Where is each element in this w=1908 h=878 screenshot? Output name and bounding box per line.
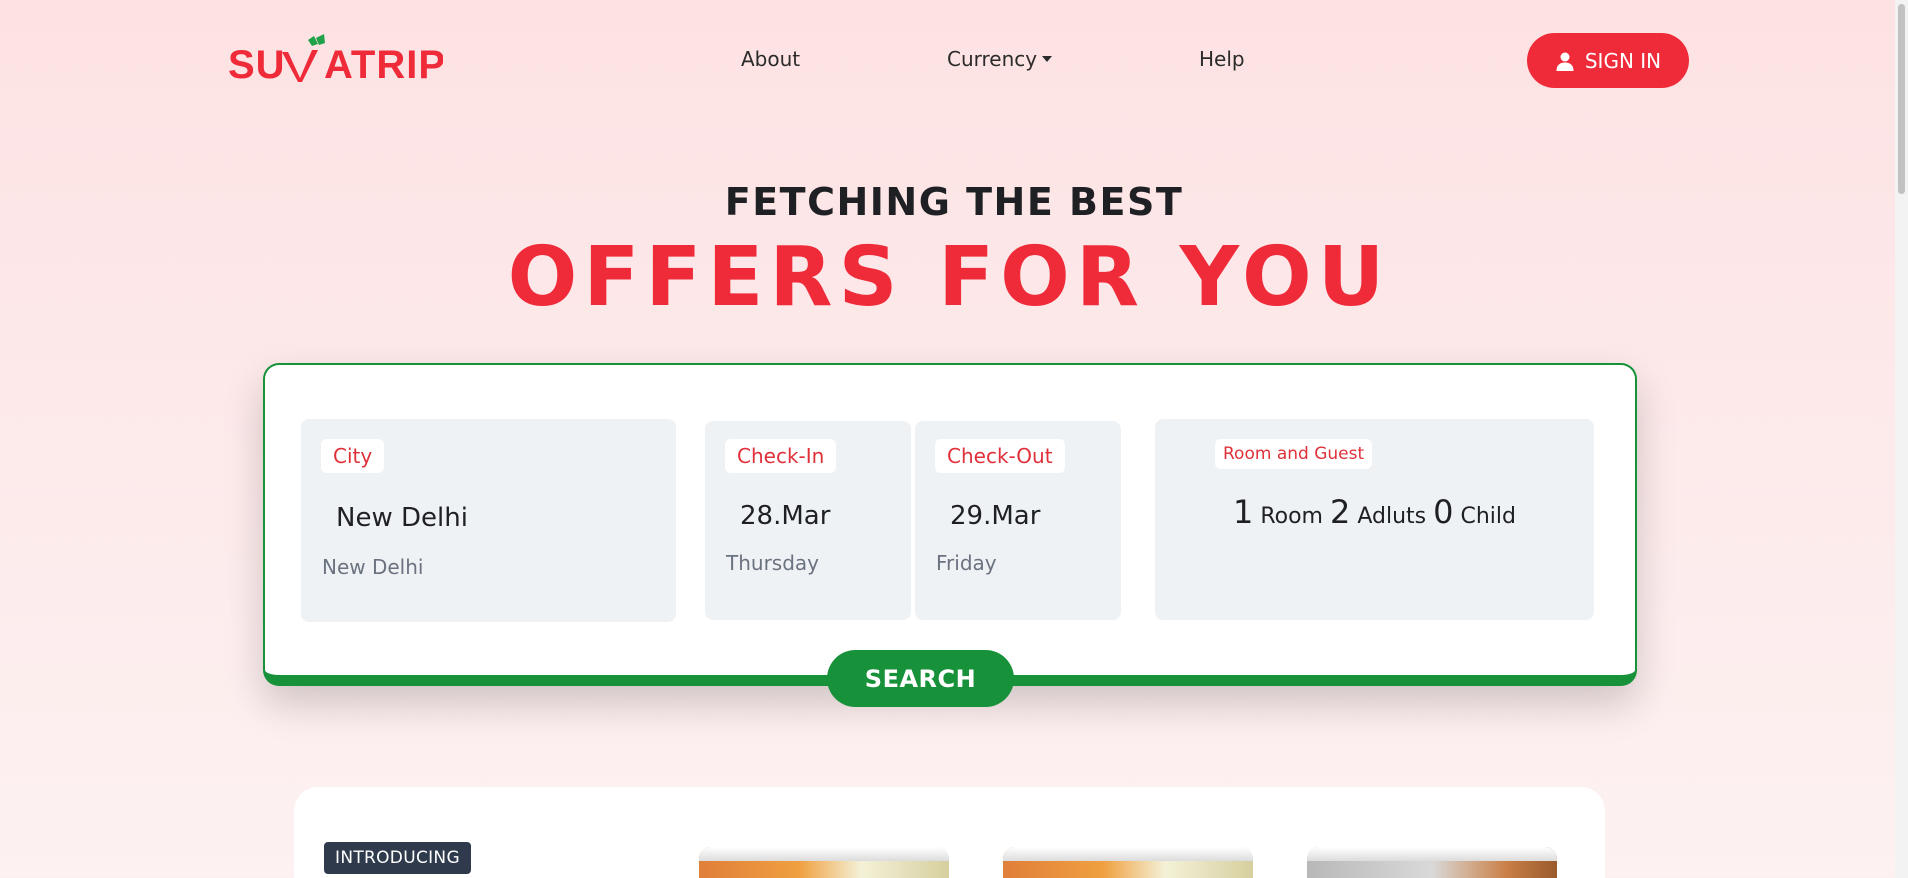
search-card: City New Delhi New Delhi Check-In 28.Mar… — [263, 363, 1637, 686]
svg-text:SU: SU — [228, 43, 286, 86]
city-value: New Delhi — [336, 503, 468, 533]
child-count: 0 — [1433, 493, 1454, 531]
sign-in-label: SIGN IN — [1584, 48, 1662, 73]
room-count: 1 — [1232, 493, 1254, 531]
room-guest-field[interactable]: Room and Guest 1 Room 2 Adluts 0 Child — [1155, 419, 1594, 620]
hotel-thumbnail[interactable] — [1003, 847, 1253, 878]
introducing-badge: INTRODUCING — [324, 842, 471, 874]
hero-subtitle: FETCHING THE BEST — [724, 180, 1184, 224]
thumbnail-ceiling — [699, 847, 949, 861]
nav-help[interactable]: Help — [1199, 47, 1245, 71]
check-out-label: Check-Out — [935, 439, 1065, 473]
hotel-thumbnail[interactable] — [1307, 847, 1557, 878]
search-button[interactable]: SEARCH — [827, 650, 1014, 707]
room-word: Room — [1260, 504, 1323, 529]
check-in-date: 28.Mar — [740, 501, 831, 531]
city-label: City — [321, 439, 385, 473]
city-field[interactable]: City New Delhi New Delhi — [301, 419, 676, 622]
hotel-thumbnail[interactable] — [699, 847, 949, 878]
room-guest-label: Room and Guest — [1215, 439, 1373, 469]
adult-count: 2 — [1330, 493, 1351, 531]
caret-down-icon — [1042, 56, 1053, 62]
check-in-day: Thursday — [726, 551, 819, 575]
user-icon — [1556, 52, 1574, 71]
room-guest-summary: 1 Room 2 Adluts 0 Child — [1155, 493, 1594, 531]
city-subtext: New Delhi — [322, 555, 424, 579]
nav-currency-dropdown[interactable]: Currency — [947, 47, 1053, 71]
scrollbar-thumb[interactable] — [1898, 4, 1905, 194]
adult-word: Adluts — [1357, 504, 1427, 529]
sign-in-button[interactable]: SIGN IN — [1527, 33, 1689, 88]
page-scrollbar[interactable] — [1895, 0, 1908, 878]
nav-currency-label: Currency — [947, 47, 1038, 71]
check-in-label: Check-In — [725, 439, 837, 473]
svg-text:ATRIP: ATRIP — [324, 43, 443, 86]
child-word: Child — [1460, 504, 1517, 529]
check-in-field[interactable]: Check-In 28.Mar Thursday — [705, 421, 911, 620]
check-out-date: 29.Mar — [950, 501, 1041, 531]
check-out-day: Friday — [936, 551, 997, 575]
logo-image: SU ATRIP — [228, 34, 445, 87]
hero-title: OFFERS FOR YOU — [507, 230, 1391, 325]
thumbnail-ceiling — [1003, 847, 1253, 861]
nav-about[interactable]: About — [741, 47, 800, 71]
sumatrip-logo[interactable]: SU ATRIP — [228, 34, 445, 87]
check-out-field[interactable]: Check-Out 29.Mar Friday — [915, 421, 1121, 620]
thumbnail-ceiling — [1307, 847, 1557, 861]
